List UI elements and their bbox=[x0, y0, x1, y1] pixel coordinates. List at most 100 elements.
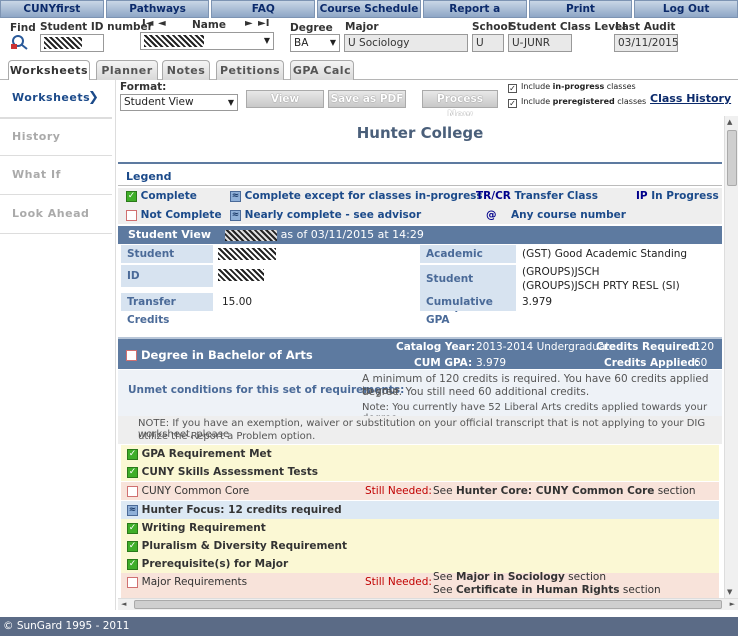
legend-nearly-complete: ≈ Nearly complete - see advisor bbox=[230, 209, 422, 221]
legend-title: Legend bbox=[118, 168, 722, 186]
top-navigation: CUNYfirst Pathways FAQ Course Schedule R… bbox=[0, 0, 738, 31]
tab-planner[interactable]: Planner bbox=[96, 60, 158, 80]
still-needed-label: Still Needed: bbox=[365, 576, 432, 588]
class-history-link[interactable]: Class History bbox=[650, 92, 731, 105]
nav-first-icon[interactable]: I◄ bbox=[142, 18, 153, 29]
still-needed-label: Still Needed: bbox=[365, 485, 432, 497]
nav-logout[interactable]: Log Out bbox=[634, 0, 738, 18]
nav-prev-icon[interactable]: ◄ bbox=[158, 18, 166, 29]
note-line-2: utilize the Report a Problem option. bbox=[138, 431, 316, 442]
sidebar-item-worksheets[interactable]: Worksheets ❯ bbox=[0, 80, 112, 118]
include-inprogress-checkbox[interactable]: ✓ bbox=[508, 84, 517, 93]
scroll-left-icon[interactable]: ◄ bbox=[121, 600, 126, 608]
tab-petitions[interactable]: Petitions bbox=[216, 60, 284, 80]
legend-divider bbox=[118, 162, 722, 164]
req-gpa[interactable]: ✓ GPA Requirement Met bbox=[121, 445, 719, 463]
horizontal-scrollbar[interactable]: ◄ ► bbox=[118, 598, 738, 610]
horizontal-scroll-thumb[interactable] bbox=[134, 600, 722, 609]
student-view-header: Student View as of 03/11/2015 at 14:29 bbox=[118, 226, 722, 244]
process-new-button[interactable]: Process New bbox=[422, 90, 498, 121]
degree-header: Degree in Bachelor of Arts Catalog Year:… bbox=[118, 337, 722, 369]
save-pdf-button[interactable]: Save as PDF bbox=[328, 90, 406, 108]
student-id-input[interactable] bbox=[40, 34, 104, 52]
vertical-scroll-thumb[interactable] bbox=[727, 130, 737, 186]
redacted-student bbox=[218, 248, 276, 260]
find-label: Find bbox=[10, 22, 36, 34]
unmet-text-2: degree. You still need 60 additional cre… bbox=[362, 386, 590, 398]
degree-select[interactable]: BA ▼ bbox=[290, 34, 340, 52]
empty-box-icon bbox=[127, 576, 138, 588]
last-audit-label: Last Audit bbox=[615, 21, 676, 33]
legend-in-progress: IP In Progress bbox=[636, 190, 719, 202]
nav-pathways[interactable]: Pathways bbox=[105, 0, 210, 18]
nav-last-icon[interactable]: ►I bbox=[258, 18, 269, 29]
sidebar-item-history[interactable]: History bbox=[0, 118, 112, 156]
view-button[interactable]: View bbox=[246, 90, 324, 108]
transfer-credits-value: 15.00 bbox=[222, 296, 253, 308]
class-level-label: Student Class Level bbox=[509, 21, 626, 33]
academic-status-label: Academic Status bbox=[420, 245, 516, 278]
sidebar-item-what-if[interactable]: What If bbox=[0, 157, 112, 195]
vertical-scrollbar[interactable]: ▲ ▼ bbox=[724, 116, 738, 598]
tilde-icon: ≈ bbox=[230, 209, 241, 221]
student-view-title: Student View bbox=[128, 228, 211, 241]
check-icon: ✓ bbox=[127, 540, 138, 552]
school-field: U bbox=[472, 34, 504, 52]
student-info-row-3: Transfer Credits 15.00 Cumulative GPA 3.… bbox=[118, 293, 722, 326]
format-select[interactable]: Student View ▼ bbox=[120, 94, 238, 111]
academic-status-value: (GST) Good Academic Standing bbox=[522, 248, 688, 260]
nav-course-schedule[interactable]: Course Schedule bbox=[317, 0, 421, 18]
credits-required-value: 120 bbox=[694, 341, 715, 353]
req-writing[interactable]: ✓ Writing Requirement bbox=[121, 519, 719, 537]
include-prereg-checkbox[interactable]: ✓ bbox=[508, 99, 517, 108]
student-label: Student bbox=[121, 245, 213, 263]
credits-applied-label: Credits Applied: bbox=[604, 357, 700, 369]
nav-report-problem[interactable]: Report a Problem bbox=[422, 0, 527, 31]
format-value: Student View bbox=[124, 96, 194, 108]
req-common-core[interactable]: CUNY Common Core Still Needed: See Hunte… bbox=[121, 482, 719, 500]
nav-print[interactable]: Print bbox=[528, 0, 633, 18]
find-icon[interactable] bbox=[10, 34, 30, 50]
major-field: U Sociology bbox=[344, 34, 468, 52]
legend-complete: ✓ Complete bbox=[126, 190, 197, 202]
check-icon: ✓ bbox=[126, 190, 137, 202]
legend-not-complete: Not Complete bbox=[126, 209, 222, 221]
exemption-note: NOTE: If you have an exemption, waiver o… bbox=[118, 416, 722, 444]
tab-gpa-calc[interactable]: GPA Calc bbox=[290, 60, 354, 80]
tab-notes[interactable]: Notes bbox=[162, 60, 210, 80]
empty-box-icon bbox=[126, 209, 137, 221]
catalog-year-value: 2013-2014 Undergraduate bbox=[476, 341, 616, 353]
see-section-2: See Certificate in Human Rights section bbox=[433, 584, 661, 596]
req-prerequisites[interactable]: ✓ Prerequisite(s) for Major bbox=[121, 555, 719, 573]
name-select[interactable]: ▼ bbox=[140, 32, 274, 50]
sidebar-item-look-ahead[interactable]: Look Ahead bbox=[0, 196, 112, 234]
student-groups-value-2: (GROUPS)JSCH PRTY RESL (SI) bbox=[522, 280, 680, 292]
scroll-right-icon[interactable]: ► bbox=[730, 600, 735, 608]
scroll-down-icon[interactable]: ▼ bbox=[727, 588, 732, 596]
credits-required-label: Credits Required: bbox=[596, 341, 700, 353]
req-skills[interactable]: ✓ CUNY Skills Assessment Tests bbox=[121, 463, 719, 481]
req-major[interactable]: Major Requirements Still Needed: See Maj… bbox=[121, 571, 719, 598]
college-title: Hunter College bbox=[356, 124, 484, 142]
credits-applied-value: 60 bbox=[694, 357, 708, 369]
nav-cunyfirst[interactable]: CUNYfirst bbox=[0, 0, 104, 18]
nav-next-icon[interactable]: ► bbox=[245, 18, 253, 29]
tab-bar: Worksheets Planner Notes Petitions GPA C… bbox=[0, 58, 738, 81]
major-label: Major bbox=[345, 21, 379, 33]
student-groups-label: Student Groups bbox=[420, 265, 516, 313]
tab-worksheets[interactable]: Worksheets bbox=[8, 60, 90, 81]
sidebar: Worksheets ❯ History What If Look Ahead bbox=[0, 80, 116, 610]
req-pluralism[interactable]: ✓ Pluralism & Diversity Requirement bbox=[121, 537, 719, 555]
sidebar-item-label: Worksheets bbox=[12, 91, 91, 104]
scroll-up-icon[interactable]: ▲ bbox=[727, 118, 732, 126]
name-label: Name bbox=[192, 19, 226, 31]
catalog-year-label: Catalog Year: bbox=[396, 341, 476, 353]
req-hunter-focus[interactable]: ≈ Hunter Focus: 12 credits required bbox=[121, 501, 719, 519]
nav-faq[interactable]: FAQ bbox=[211, 0, 316, 18]
cum-gpa-value: 3.979 bbox=[476, 357, 507, 369]
cumulative-gpa-value: 3.979 bbox=[522, 296, 553, 308]
tilde-icon: ≈ bbox=[230, 190, 241, 202]
transfer-credits-label: Transfer Credits bbox=[121, 293, 213, 326]
check-icon: ✓ bbox=[127, 448, 138, 460]
include-inprogress-label: Include in-progress classes bbox=[521, 82, 636, 91]
